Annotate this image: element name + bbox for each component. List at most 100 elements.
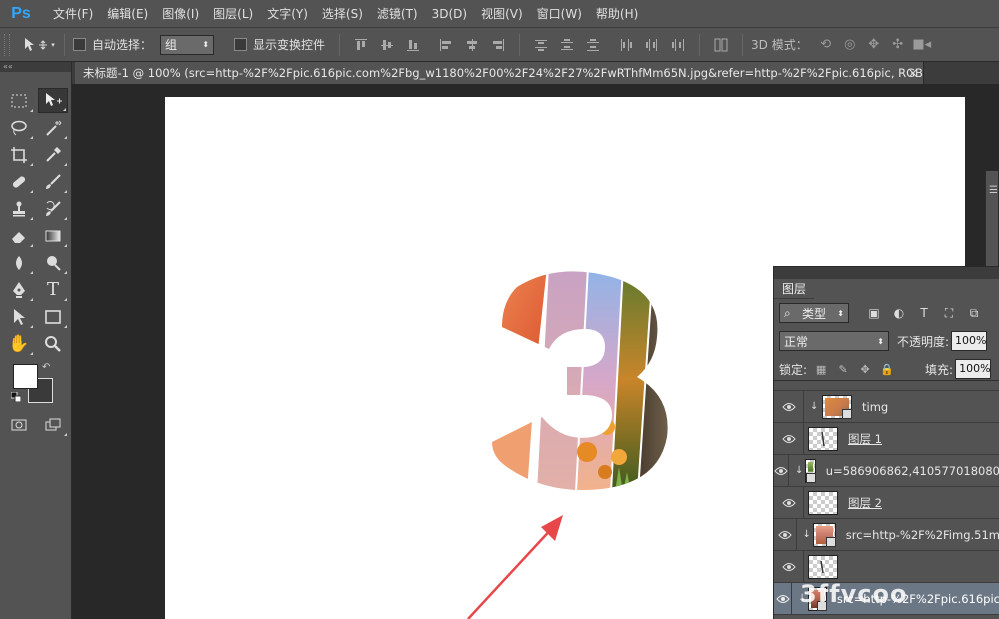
menu-view[interactable]: 视图(V) <box>474 0 530 28</box>
lock-image-icon[interactable]: ✎ <box>835 361 851 377</box>
tools-panel-header[interactable]: «« <box>0 62 71 72</box>
swap-colors-icon[interactable]: ↶ <box>42 362 50 373</box>
document-tab[interactable]: 未标题-1 @ 100% (src=http-%2F%2Fpic.616pic.… <box>75 62 924 84</box>
3d-scale-icon[interactable]: ■◂ <box>912 36 931 54</box>
move-tool-icon[interactable] <box>38 88 68 113</box>
lasso-tool-icon[interactable] <box>4 115 34 140</box>
align-vcenter-icon[interactable] <box>379 37 395 53</box>
menu-select[interactable]: 选择(S) <box>315 0 370 28</box>
3d-rotate-icon[interactable]: ⟲ <box>817 36 835 54</box>
fill-input[interactable]: 100% <box>955 359 992 379</box>
menu-image[interactable]: 图像(I) <box>155 0 206 28</box>
visibility-eye-icon[interactable] <box>774 582 793 615</box>
rectangular-marquee-tool-icon[interactable] <box>4 88 34 113</box>
distribute-top-icon[interactable] <box>533 37 549 53</box>
layer-row[interactable]: 图层 1 <box>774 422 999 455</box>
filter-shape-icon[interactable]: ⛶ <box>940 304 958 322</box>
menu-filter[interactable]: 滤镜(T) <box>370 0 425 28</box>
menu-edit[interactable]: 编辑(E) <box>100 0 155 28</box>
visibility-eye-icon[interactable] <box>774 486 804 519</box>
align-right-icon[interactable] <box>490 37 506 53</box>
visibility-eye-icon[interactable] <box>774 422 804 455</box>
screen-mode-icon[interactable] <box>38 412 68 437</box>
lock-transparency-icon[interactable]: ▦ <box>813 361 829 377</box>
align-left-icon[interactable] <box>438 37 454 53</box>
layer-row-partial[interactable] <box>774 381 999 391</box>
blur-tool-icon[interactable] <box>4 250 34 275</box>
eraser-tool-icon[interactable] <box>4 223 34 248</box>
hand-tool-icon[interactable]: ✋ <box>4 331 34 356</box>
auto-select-dropdown[interactable]: 组 ⬍ <box>160 34 215 55</box>
auto-align-layers-icon[interactable] <box>713 37 729 53</box>
collapse-icon[interactable]: «« <box>3 62 13 71</box>
distribute-left-icon[interactable] <box>618 37 634 53</box>
visibility-eye-icon[interactable] <box>774 454 789 487</box>
layer-thumbnail <box>812 522 836 547</box>
blend-mode-dropdown[interactable]: 正常 ⬍ <box>779 331 889 351</box>
options-grip[interactable] <box>4 33 10 56</box>
3d-slide-icon[interactable]: ✣ <box>889 36 907 54</box>
filter-adjustment-icon[interactable]: ◐ <box>890 304 908 322</box>
eyedropper-tool-icon[interactable] <box>38 142 68 167</box>
layer-row[interactable]: ↓ src=http-%2F%2Fimg.51m <box>774 518 999 551</box>
visibility-eye-icon[interactable] <box>774 390 804 423</box>
magic-wand-tool-icon[interactable] <box>38 115 68 140</box>
3d-drag-icon[interactable]: ✥ <box>865 36 883 54</box>
3d-roll-icon[interactable]: ◎ <box>841 36 859 54</box>
history-brush-tool-icon[interactable] <box>38 196 68 221</box>
filter-type-icon[interactable]: T <box>915 304 933 322</box>
layer-row[interactable]: 图层 2 <box>774 486 999 519</box>
filter-pixel-icon[interactable]: ▣ <box>865 304 883 322</box>
dodge-tool-icon[interactable] <box>38 250 68 275</box>
rectangle-tool-icon[interactable] <box>38 304 68 329</box>
layer-row[interactable]: ↓ u=586906862,410577018080 <box>774 454 999 487</box>
layers-tab[interactable]: 图层 <box>774 279 814 299</box>
path-selection-tool-icon[interactable] <box>4 304 34 329</box>
opacity-input[interactable]: 100% <box>951 331 988 351</box>
default-colors-icon[interactable] <box>11 392 21 402</box>
type-tool-icon[interactable]: T <box>38 277 68 302</box>
close-tab-icon[interactable]: × <box>908 62 918 84</box>
distribute-hcenter-icon[interactable] <box>644 37 660 53</box>
menu-3d[interactable]: 3D(D) <box>425 0 474 28</box>
visibility-eye-icon[interactable] <box>774 518 797 551</box>
layers-panel-titlebar[interactable] <box>774 267 999 279</box>
distribute-right-icon[interactable] <box>670 37 686 53</box>
foreground-color-swatch[interactable] <box>13 364 38 389</box>
search-icon: ⌕ <box>784 305 791 320</box>
filter-smart-object-icon[interactable]: ⧉ <box>965 304 983 322</box>
quick-mask-icon[interactable] <box>4 412 34 437</box>
layer-name: timg <box>862 399 889 414</box>
menu-file[interactable]: 文件(F) <box>46 0 100 28</box>
collapsed-panel-strip[interactable]: ☰ <box>985 170 999 270</box>
lock-position-icon[interactable]: ✥ <box>857 361 873 377</box>
move-tool-preset-icon[interactable]: ▾ <box>22 34 56 56</box>
healing-brush-tool-icon[interactable] <box>4 169 34 194</box>
clone-stamp-tool-icon[interactable] <box>4 196 34 221</box>
opacity-label: 不透明度: <box>897 334 950 349</box>
visibility-eye-icon[interactable] <box>774 550 804 583</box>
zoom-tool-icon[interactable] <box>38 331 68 356</box>
menu-type[interactable]: 文字(Y) <box>260 0 315 28</box>
layer-row[interactable] <box>774 550 999 583</box>
blend-mode-row: 正常 ⬍ 不透明度: 100% <box>774 327 999 355</box>
menu-bar: Ps 文件(F) 编辑(E) 图像(I) 图层(L) 文字(Y) 选择(S) 滤… <box>0 0 999 28</box>
menu-layer[interactable]: 图层(L) <box>206 0 260 28</box>
auto-select-checkbox[interactable] <box>73 38 86 51</box>
align-hcenter-icon[interactable] <box>464 37 480 53</box>
gradient-tool-icon[interactable] <box>38 223 68 248</box>
lock-all-icon[interactable]: 🔒 <box>879 361 895 377</box>
photo-collage-number-3 <box>492 271 668 491</box>
menu-help[interactable]: 帮助(H) <box>589 0 645 28</box>
align-top-icon[interactable] <box>353 37 369 53</box>
crop-tool-icon[interactable] <box>4 142 34 167</box>
pen-tool-icon[interactable] <box>4 277 34 302</box>
align-bottom-icon[interactable] <box>405 37 421 53</box>
layer-filter-dropdown[interactable]: ⌕ 类型 ⬍ <box>779 303 849 323</box>
layer-row[interactable]: ↓ timg <box>774 390 999 423</box>
distribute-bottom-icon[interactable] <box>585 37 601 53</box>
distribute-vcenter-icon[interactable] <box>559 37 575 53</box>
brush-tool-icon[interactable] <box>38 169 68 194</box>
show-transform-checkbox[interactable] <box>234 38 248 51</box>
menu-window[interactable]: 窗口(W) <box>530 0 589 28</box>
